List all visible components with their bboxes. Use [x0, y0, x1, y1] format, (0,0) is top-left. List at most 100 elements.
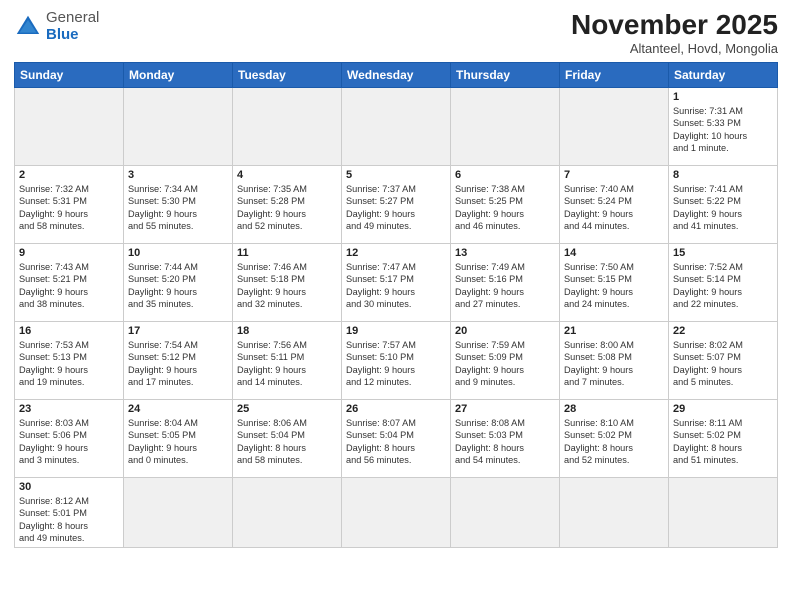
calendar-cell: 5 Sunrise: 7:37 AM Sunset: 5:27 PM Daylig…: [342, 165, 451, 243]
day-number: 8: [673, 169, 773, 181]
day-number: 5: [346, 169, 446, 181]
weekday-header-row: SundayMondayTuesdayWednesdayThursdayFrid…: [15, 62, 778, 87]
calendar-cell: [451, 477, 560, 548]
calendar-cell: 22Sunrise: 8:02 AM Sunset: 5:07 PM Dayli…: [669, 321, 778, 399]
logo-general: General: [46, 9, 99, 26]
day-info: Sunrise: 7:37 AM Sunset: 5:27 PM Dayligh…: [346, 183, 446, 233]
day-info: Sunrise: 7:49 AM Sunset: 5:16 PM Dayligh…: [455, 261, 555, 311]
calendar-cell: [342, 477, 451, 548]
calendar-cell: 30 Sunrise: 8:12 AM Sunset: 5:01 PM Dayli…: [15, 477, 124, 548]
day-number: 22: [673, 325, 773, 337]
calendar-week-row: 1Sunrise: 7:31 AM Sunset: 5:33 PM Daylig…: [15, 87, 778, 165]
day-info: Sunrise: 7:41 AM Sunset: 5:22 PM Dayligh…: [673, 183, 773, 233]
calendar-cell: 29 Sunrise: 8:11 AM Sunset: 5:02 PM Dayli…: [669, 399, 778, 477]
calendar-cell: 20 Sunrise: 7:59 AM Sunset: 5:09 PM Dayli…: [451, 321, 560, 399]
calendar-week-row: 9Sunrise: 7:43 AM Sunset: 5:21 PM Daylig…: [15, 243, 778, 321]
day-number: 20: [455, 325, 555, 337]
day-number: 24: [128, 403, 228, 415]
calendar-cell: 28 Sunrise: 8:10 AM Sunset: 5:02 PM Dayli…: [560, 399, 669, 477]
day-number: 19: [346, 325, 446, 337]
day-number: 6: [455, 169, 555, 181]
day-number: 13: [455, 247, 555, 259]
day-number: 29: [673, 403, 773, 415]
calendar-cell: [233, 477, 342, 548]
day-number: 12: [346, 247, 446, 259]
calendar-cell: 24 Sunrise: 8:04 AM Sunset: 5:05 PM Dayli…: [124, 399, 233, 477]
header: General Blue November 2025 Altanteel, Ho…: [14, 10, 778, 56]
logo-icon: [14, 13, 42, 41]
day-number: 30: [19, 481, 119, 493]
calendar-cell: 15 Sunrise: 7:52 AM Sunset: 5:14 PM Dayli…: [669, 243, 778, 321]
day-number: 21: [564, 325, 664, 337]
day-info: Sunrise: 8:08 AM Sunset: 5:03 PM Dayligh…: [455, 417, 555, 467]
weekday-header-thursday: Thursday: [451, 62, 560, 87]
calendar-cell: 13 Sunrise: 7:49 AM Sunset: 5:16 PM Dayli…: [451, 243, 560, 321]
calendar-cell: 10 Sunrise: 7:44 AM Sunset: 5:20 PM Dayli…: [124, 243, 233, 321]
day-number: 17: [128, 325, 228, 337]
calendar-table: SundayMondayTuesdayWednesdayThursdayFrid…: [14, 62, 778, 549]
day-info: Sunrise: 7:35 AM Sunset: 5:28 PM Dayligh…: [237, 183, 337, 233]
day-info: Sunrise: 7:53 AM Sunset: 5:13 PM Dayligh…: [19, 339, 119, 389]
day-number: 2: [19, 169, 119, 181]
day-number: 7: [564, 169, 664, 181]
calendar-cell: [233, 87, 342, 165]
calendar-cell: 26Sunrise: 8:07 AM Sunset: 5:04 PM Dayli…: [342, 399, 451, 477]
calendar-cell: 4Sunrise: 7:35 AM Sunset: 5:28 PM Daylig…: [233, 165, 342, 243]
calendar-cell: 6 Sunrise: 7:38 AM Sunset: 5:25 PM Daylig…: [451, 165, 560, 243]
day-info: Sunrise: 8:04 AM Sunset: 5:05 PM Dayligh…: [128, 417, 228, 467]
day-info: Sunrise: 7:44 AM Sunset: 5:20 PM Dayligh…: [128, 261, 228, 311]
calendar-cell: 27Sunrise: 8:08 AM Sunset: 5:03 PM Dayli…: [451, 399, 560, 477]
calendar-cell: 7Sunrise: 7:40 AM Sunset: 5:24 PM Daylig…: [560, 165, 669, 243]
location-subtitle: Altanteel, Hovd, Mongolia: [571, 41, 778, 56]
calendar-body: 1Sunrise: 7:31 AM Sunset: 5:33 PM Daylig…: [15, 87, 778, 548]
day-info: Sunrise: 7:32 AM Sunset: 5:31 PM Dayligh…: [19, 183, 119, 233]
logo-text: General Blue: [46, 10, 99, 43]
day-number: 25: [237, 403, 337, 415]
day-info: Sunrise: 7:47 AM Sunset: 5:17 PM Dayligh…: [346, 261, 446, 311]
logo: General Blue: [14, 10, 99, 43]
calendar-cell: 16 Sunrise: 7:53 AM Sunset: 5:13 PM Dayli…: [15, 321, 124, 399]
calendar-week-row: 23Sunrise: 8:03 AM Sunset: 5:06 PM Dayli…: [15, 399, 778, 477]
weekday-header-monday: Monday: [124, 62, 233, 87]
calendar-cell: 17 Sunrise: 7:54 AM Sunset: 5:12 PM Dayli…: [124, 321, 233, 399]
calendar-cell: 21Sunrise: 8:00 AM Sunset: 5:08 PM Dayli…: [560, 321, 669, 399]
calendar-cell: 2 Sunrise: 7:32 AM Sunset: 5:31 PM Daylig…: [15, 165, 124, 243]
day-info: Sunrise: 8:11 AM Sunset: 5:02 PM Dayligh…: [673, 417, 773, 467]
day-info: Sunrise: 7:59 AM Sunset: 5:09 PM Dayligh…: [455, 339, 555, 389]
day-info: Sunrise: 7:57 AM Sunset: 5:10 PM Dayligh…: [346, 339, 446, 389]
calendar-week-row: 30 Sunrise: 8:12 AM Sunset: 5:01 PM Dayli…: [15, 477, 778, 548]
day-number: 1: [673, 91, 773, 103]
weekday-header-tuesday: Tuesday: [233, 62, 342, 87]
calendar-cell: [451, 87, 560, 165]
day-number: 15: [673, 247, 773, 259]
weekday-header-sunday: Sunday: [15, 62, 124, 87]
day-info: Sunrise: 7:46 AM Sunset: 5:18 PM Dayligh…: [237, 261, 337, 311]
day-number: 28: [564, 403, 664, 415]
calendar-cell: 8 Sunrise: 7:41 AM Sunset: 5:22 PM Daylig…: [669, 165, 778, 243]
calendar-week-row: 2 Sunrise: 7:32 AM Sunset: 5:31 PM Daylig…: [15, 165, 778, 243]
day-number: 16: [19, 325, 119, 337]
calendar-cell: 1Sunrise: 7:31 AM Sunset: 5:33 PM Daylig…: [669, 87, 778, 165]
calendar-cell: [342, 87, 451, 165]
calendar-page: General Blue November 2025 Altanteel, Ho…: [0, 0, 792, 612]
day-number: 10: [128, 247, 228, 259]
calendar-cell: 3Sunrise: 7:34 AM Sunset: 5:30 PM Daylig…: [124, 165, 233, 243]
logo-blue: Blue: [46, 26, 79, 43]
title-block: November 2025 Altanteel, Hovd, Mongolia: [571, 10, 778, 56]
day-info: Sunrise: 8:06 AM Sunset: 5:04 PM Dayligh…: [237, 417, 337, 467]
day-info: Sunrise: 7:54 AM Sunset: 5:12 PM Dayligh…: [128, 339, 228, 389]
weekday-header-wednesday: Wednesday: [342, 62, 451, 87]
month-title: November 2025: [571, 10, 778, 41]
calendar-cell: [560, 477, 669, 548]
calendar-week-row: 16 Sunrise: 7:53 AM Sunset: 5:13 PM Dayli…: [15, 321, 778, 399]
day-info: Sunrise: 8:12 AM Sunset: 5:01 PM Dayligh…: [19, 495, 119, 545]
day-info: Sunrise: 7:38 AM Sunset: 5:25 PM Dayligh…: [455, 183, 555, 233]
calendar-cell: [15, 87, 124, 165]
day-info: Sunrise: 7:52 AM Sunset: 5:14 PM Dayligh…: [673, 261, 773, 311]
day-number: 23: [19, 403, 119, 415]
day-number: 26: [346, 403, 446, 415]
day-info: Sunrise: 8:10 AM Sunset: 5:02 PM Dayligh…: [564, 417, 664, 467]
calendar-cell: [124, 477, 233, 548]
calendar-cell: 9Sunrise: 7:43 AM Sunset: 5:21 PM Daylig…: [15, 243, 124, 321]
calendar-cell: 25 Sunrise: 8:06 AM Sunset: 5:04 PM Dayli…: [233, 399, 342, 477]
